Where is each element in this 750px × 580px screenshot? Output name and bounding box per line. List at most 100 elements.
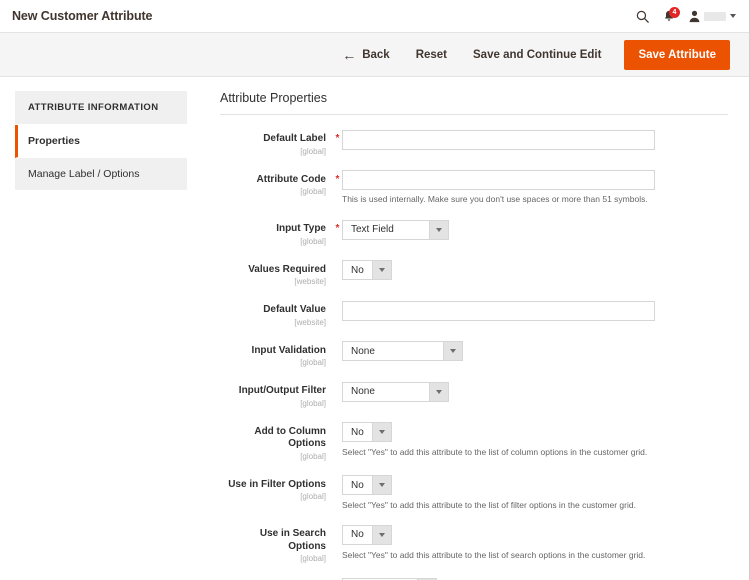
sidebar-item-label: Properties	[28, 135, 80, 147]
user-menu[interactable]	[689, 10, 736, 23]
select-value: No	[351, 426, 364, 438]
select-value: Text Field	[351, 224, 394, 236]
back-button[interactable]: ← Back	[329, 43, 403, 67]
attribute-properties-form: Attribute Properties Default Label [glob…	[187, 91, 750, 580]
field-label-block: Use in Filter Options [global]	[220, 475, 333, 502]
default-label-input[interactable]	[342, 129, 655, 150]
field-label: Input Validation	[251, 344, 326, 356]
field-label-block: Use in Search Options [global]	[220, 524, 333, 563]
add-to-column-options-select[interactable]: No	[342, 422, 392, 443]
field-control: None	[342, 341, 728, 362]
page-title: New Customer Attribute	[12, 9, 153, 23]
values-required-select[interactable]: No	[342, 260, 392, 281]
select-value: No	[351, 479, 364, 491]
input-validation-select[interactable]: None	[342, 341, 463, 362]
page-actions-toolbar: ← Back Reset Save and Continue Edit Save…	[0, 33, 750, 77]
field-label: Input Type	[276, 223, 326, 235]
search-icon[interactable]	[636, 10, 649, 23]
save-and-continue-edit-label: Save and Continue Edit	[473, 48, 602, 61]
select-value: No	[351, 264, 364, 276]
select-value: No	[351, 529, 364, 541]
field-label-block: Default Value [website]	[220, 300, 333, 327]
select-value: None	[351, 345, 375, 357]
admin-header: New Customer Attribute 4	[0, 0, 750, 33]
user-avatar-icon	[689, 10, 700, 23]
field-control: No	[342, 260, 728, 281]
chevron-down-icon	[371, 423, 391, 442]
save-attribute-button[interactable]: Save Attribute	[624, 39, 730, 70]
field-label: Values Required	[248, 263, 326, 275]
use-in-search-options-select[interactable]: No	[342, 524, 392, 545]
field-label-block: Values Required [website]	[220, 260, 333, 287]
required-spacer	[333, 475, 342, 479]
field-control: This is used internally. Make sure you d…	[342, 170, 728, 206]
field-scope: [website]	[294, 277, 326, 287]
sidebar-item-properties[interactable]: Properties	[15, 125, 187, 158]
input-type-select[interactable]: Text Field	[342, 219, 449, 240]
field-label: Default Label	[263, 133, 326, 144]
field-label-block: Input Type [global]	[220, 219, 333, 246]
user-name-placeholder	[704, 11, 726, 21]
field-row-values-required: Values Required [website] No	[220, 260, 728, 287]
page-root: New Customer Attribute 4 ← Back Reset Sa…	[0, 0, 750, 580]
notification-count-badge: 4	[669, 6, 680, 18]
attribute-information-sidebar: ATTRIBUTE INFORMATION Properties Manage …	[15, 91, 187, 580]
back-button-label: Back	[362, 48, 390, 61]
field-scope: [global]	[300, 146, 326, 156]
field-control	[342, 300, 728, 321]
sidebar-heading: ATTRIBUTE INFORMATION	[15, 91, 187, 125]
field-control: No Select "Yes" to add this attribute to…	[342, 422, 728, 457]
default-value-input[interactable]	[342, 300, 655, 321]
reset-button-label: Reset	[415, 48, 448, 61]
field-control: No Select "Yes" to add this attribute to…	[342, 475, 728, 511]
required-marker: *	[335, 133, 340, 144]
field-row-input-output-filter: Input/Output Filter [global] None	[220, 381, 728, 408]
back-arrow-icon: ←	[342, 46, 357, 63]
field-scope: [global]	[300, 398, 326, 408]
field-control: No Select "Yes" to add this attribute to…	[342, 524, 728, 560]
reset-button[interactable]: Reset	[403, 44, 460, 66]
field-label-block: Attribute Code [global]	[220, 170, 333, 197]
save-and-continue-edit-button[interactable]: Save and Continue Edit	[460, 44, 614, 66]
required-spacer	[333, 260, 342, 264]
field-row-default-label: Default Label [global] *	[220, 129, 728, 156]
use-in-filter-options-select[interactable]: No	[342, 475, 392, 496]
field-scope: [global]	[300, 358, 326, 368]
field-scope: [website]	[294, 317, 326, 327]
attribute-code-input[interactable]	[342, 170, 655, 190]
required-marker: *	[335, 173, 340, 185]
chevron-down-icon	[730, 14, 736, 18]
field-row-use-in-filter-options: Use in Filter Options [global] No Select…	[220, 475, 728, 511]
input-output-filter-select[interactable]: None	[342, 381, 449, 402]
field-label-block: Input/Output Filter [global]	[220, 381, 333, 408]
field-control	[342, 129, 728, 150]
chevron-down-icon	[371, 261, 391, 280]
field-label: Input/Output Filter	[238, 385, 326, 397]
field-control: Text Field	[342, 219, 728, 240]
field-control: None	[342, 381, 728, 402]
field-row-attribute-code: Attribute Code [global] * This is used i…	[220, 170, 728, 206]
field-row-input-type: Input Type [global] * Text Field	[220, 219, 728, 246]
field-scope: [global]	[300, 187, 326, 196]
chevron-down-icon	[429, 220, 448, 239]
header-icons: 4	[636, 6, 736, 23]
notifications-bell-icon[interactable]: 4	[663, 6, 680, 23]
field-label: Use in Filter Options	[228, 478, 326, 490]
field-row-input-validation: Input Validation [global] None	[220, 341, 728, 368]
select-value: None	[351, 386, 375, 398]
field-note: Select "Yes" to add this attribute to th…	[342, 500, 636, 511]
chevron-down-icon	[371, 476, 391, 495]
page-body: ATTRIBUTE INFORMATION Properties Manage …	[0, 77, 750, 580]
field-scope: [global]	[300, 236, 326, 246]
field-row-use-in-search-options: Use in Search Options [global] No Select…	[220, 524, 728, 563]
field-label-block: Input Validation [global]	[220, 341, 333, 368]
sidebar-item-manage-label-options[interactable]: Manage Label / Options	[15, 158, 187, 191]
field-scope: [global]	[300, 451, 326, 461]
chevron-down-icon	[371, 525, 391, 544]
field-scope: [global]	[300, 492, 326, 502]
sidebar-item-label: Manage Label / Options	[28, 168, 140, 180]
required-spacer	[333, 300, 342, 304]
field-label-block: Default Label [global]	[220, 129, 333, 156]
field-label: Default Value	[263, 304, 326, 316]
chevron-down-icon	[443, 342, 462, 361]
